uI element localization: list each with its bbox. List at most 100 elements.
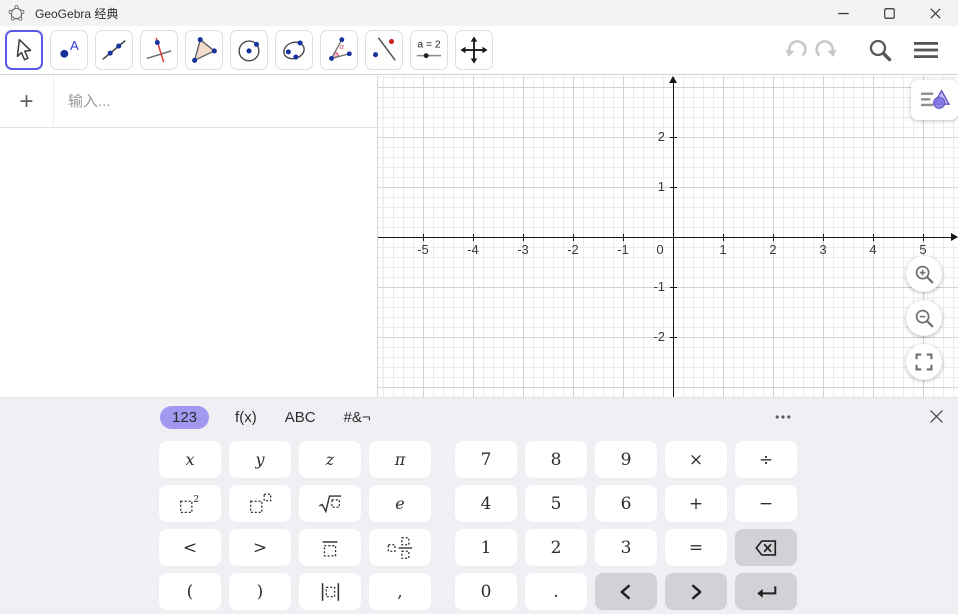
graphics-view[interactable]: -5-4-3-2-11234521-1-20 bbox=[378, 76, 958, 397]
toolbar-right-actions bbox=[782, 26, 940, 74]
line-icon bbox=[99, 35, 129, 65]
key->[interactable]: > bbox=[229, 529, 291, 566]
perpendicular-line-tool-button[interactable] bbox=[140, 30, 178, 70]
fullscreen-button[interactable] bbox=[906, 344, 942, 380]
square-template-icon: 2 bbox=[177, 491, 203, 517]
key-8[interactable]: 8 bbox=[525, 441, 587, 478]
move-tool-button[interactable] bbox=[5, 30, 43, 70]
close-button[interactable] bbox=[912, 0, 958, 26]
key-4[interactable]: 4 bbox=[455, 485, 517, 522]
key-backspace[interactable] bbox=[735, 529, 797, 566]
keyboard-tabs: 123 f(x) ABC #&¬ bbox=[160, 405, 373, 430]
win-close-icon bbox=[926, 4, 945, 23]
key-)[interactable]: ) bbox=[229, 573, 291, 610]
keyboard-more-button[interactable] bbox=[772, 407, 794, 427]
circle-with-center-tool-button[interactable] bbox=[230, 30, 268, 70]
x-tick-mark bbox=[823, 234, 824, 241]
polygon-tool-button[interactable] bbox=[185, 30, 223, 70]
close-icon bbox=[927, 407, 946, 426]
search-button[interactable] bbox=[866, 36, 894, 64]
key-power-template[interactable] bbox=[229, 485, 291, 522]
slider-icon: a = 2 bbox=[414, 35, 444, 65]
angle-icon: α bbox=[324, 35, 354, 65]
ellipse-tool-button[interactable] bbox=[275, 30, 313, 70]
key-7[interactable]: 7 bbox=[455, 441, 517, 478]
x-tick-mark bbox=[623, 234, 624, 241]
add-input-button[interactable]: + bbox=[0, 76, 54, 127]
menu-button[interactable] bbox=[912, 36, 940, 64]
key-=[interactable]: = bbox=[665, 529, 727, 566]
toolbar: Aα a = 2 bbox=[0, 26, 958, 75]
key-9[interactable]: 9 bbox=[595, 441, 657, 478]
key-mixed-number-template[interactable] bbox=[369, 529, 431, 566]
titlebar: GeoGebra 经典 bbox=[0, 0, 958, 26]
x-tick-label: -2 bbox=[567, 242, 579, 257]
key-×[interactable]: × bbox=[665, 441, 727, 478]
key-+[interactable]: + bbox=[665, 485, 727, 522]
move-graphics-view-icon bbox=[459, 35, 489, 65]
minimize-button[interactable] bbox=[820, 0, 866, 26]
polygon-icon bbox=[189, 35, 219, 65]
x-tick-label: -3 bbox=[517, 242, 529, 257]
geogebra-window: GeoGebra 经典 Aαa = 2 + -5-4-3-2-11234521-… bbox=[0, 0, 958, 614]
geogebra-logo-icon bbox=[8, 5, 25, 22]
key-e[interactable]: e bbox=[369, 485, 431, 522]
keyboard-close-button[interactable] bbox=[925, 405, 947, 427]
redo-button[interactable] bbox=[812, 36, 840, 64]
key-<[interactable]: < bbox=[159, 529, 221, 566]
key-÷[interactable]: ÷ bbox=[735, 441, 797, 478]
undo-button[interactable] bbox=[782, 36, 810, 64]
algebra-input[interactable] bbox=[54, 76, 377, 127]
keyboard-tab-#&¬[interactable]: #&¬ bbox=[342, 407, 373, 428]
window-controls bbox=[820, 0, 958, 26]
reflect-about-line-tool-button[interactable] bbox=[365, 30, 403, 70]
key-x[interactable]: x bbox=[159, 441, 221, 478]
zoom-out-button[interactable] bbox=[906, 300, 942, 336]
abs-template-icon bbox=[317, 579, 343, 605]
key-3[interactable]: 3 bbox=[595, 529, 657, 566]
point-icon: A bbox=[54, 35, 84, 65]
line-tool-button[interactable] bbox=[95, 30, 133, 70]
algebra-input-row: + bbox=[0, 76, 377, 128]
reflect-about-line-icon bbox=[369, 35, 399, 65]
keyboard-tab-ABC[interactable]: ABC bbox=[283, 407, 318, 428]
x-tick-label: 4 bbox=[869, 242, 876, 257]
virtual-keyboard: 123f(x)ABC#&¬ xyzπ789×÷2e456+−<>123=(),0… bbox=[0, 397, 958, 614]
keyboard-tab-123[interactable]: 123 bbox=[160, 406, 209, 429]
key-1[interactable]: 1 bbox=[455, 529, 517, 566]
key-π[interactable]: π bbox=[369, 441, 431, 478]
key-arrow-left[interactable] bbox=[595, 573, 657, 610]
key-−[interactable]: − bbox=[735, 485, 797, 522]
key-([interactable]: ( bbox=[159, 573, 221, 610]
win-minimize-icon bbox=[834, 4, 853, 23]
slider-tool-button[interactable]: a = 2 bbox=[410, 30, 448, 70]
x-axis-arrow-icon bbox=[951, 233, 958, 241]
svg-text:a = 2: a = 2 bbox=[417, 40, 440, 51]
move-graphics-view-tool-button[interactable] bbox=[455, 30, 493, 70]
key-abs-template[interactable] bbox=[299, 573, 361, 610]
key-arrow-right[interactable] bbox=[665, 573, 727, 610]
key-y[interactable]: y bbox=[229, 441, 291, 478]
x-tick-label: -4 bbox=[467, 242, 479, 257]
power-template-icon bbox=[247, 491, 273, 517]
keyboard-tab-f(x)[interactable]: f(x) bbox=[233, 407, 259, 428]
keyboard-row: 2 e456+− bbox=[159, 485, 805, 522]
key-,[interactable]: , bbox=[369, 573, 431, 610]
key-square-template[interactable]: 2 bbox=[159, 485, 221, 522]
key-z[interactable]: z bbox=[299, 441, 361, 478]
key-0[interactable]: 0 bbox=[455, 573, 517, 610]
key-sqrt-template[interactable] bbox=[299, 485, 361, 522]
zoom-in-button[interactable] bbox=[906, 256, 942, 292]
key-6[interactable]: 6 bbox=[595, 485, 657, 522]
y-tick-mark bbox=[670, 137, 677, 138]
key-fraction-template[interactable] bbox=[299, 529, 361, 566]
key-2[interactable]: 2 bbox=[525, 529, 587, 566]
angle-tool-button[interactable]: α bbox=[320, 30, 358, 70]
key-5[interactable]: 5 bbox=[525, 485, 587, 522]
key-enter[interactable] bbox=[735, 573, 797, 610]
graphics-style-menu-button[interactable] bbox=[911, 80, 958, 120]
key-.[interactable]: . bbox=[525, 573, 587, 610]
point-tool-button[interactable]: A bbox=[50, 30, 88, 70]
win-maximize-icon bbox=[880, 4, 899, 23]
maximize-button[interactable] bbox=[866, 0, 912, 26]
